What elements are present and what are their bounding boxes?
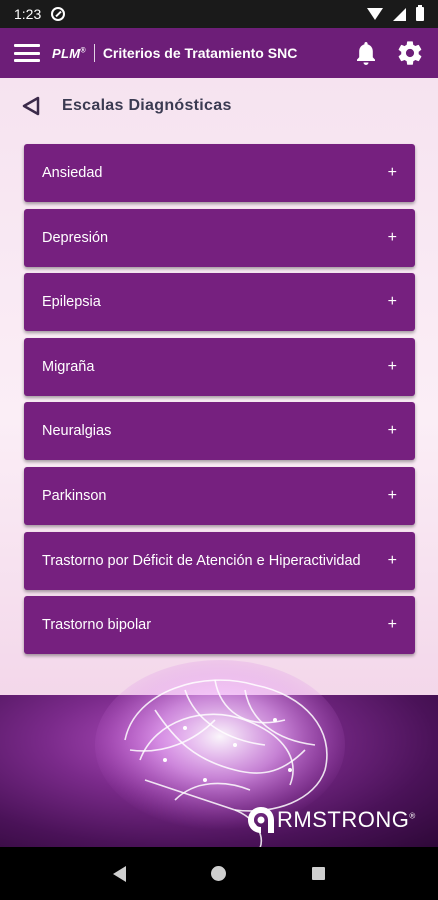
armstrong-logo-mark	[248, 807, 274, 833]
list-item-parkinson[interactable]: Parkinson +	[24, 466, 415, 525]
logo-text: RMSTRONG®	[277, 807, 416, 833]
app-title: Criterios de Tratamiento SNC	[102, 45, 298, 61]
wifi-icon	[367, 8, 383, 20]
list-item-label: Ansiedad	[42, 165, 103, 181]
expand-icon[interactable]: +	[385, 552, 397, 570]
list-item-trastorno-bipolar[interactable]: Trastorno bipolar +	[24, 596, 415, 655]
status-time: 1:23	[14, 6, 42, 22]
no-disturb-icon	[51, 7, 66, 21]
list-item-label: Epilepsia	[42, 294, 101, 311]
brand-registered-mark: ®	[80, 47, 86, 55]
signal-icon	[393, 7, 406, 21]
nav-home-icon[interactable]	[211, 866, 227, 881]
battery-icon	[416, 5, 424, 21]
menu-icon[interactable]	[14, 44, 40, 62]
list-item-epilepsia[interactable]: Epilepsia +	[24, 273, 415, 332]
list-item-neuralgias[interactable]: Neuralgias +	[24, 402, 415, 461]
expand-icon[interactable]: +	[385, 229, 397, 247]
page-title: Escalas Diagnósticas	[62, 97, 232, 114]
list-item-label: Neuralgias	[42, 423, 112, 440]
expand-icon[interactable]: +	[385, 293, 397, 311]
logo-wordmark: RMSTRONG	[277, 807, 410, 832]
list-item-label: Depresión	[42, 229, 109, 246]
diagnostic-scale-list: Ansiedad + Depresión + Epilepsia + Migra…	[24, 144, 415, 661]
list-item-label: Parkinson	[42, 487, 107, 504]
list-item-ansiedad[interactable]: Ansiedad +	[24, 144, 415, 202]
expand-icon[interactable]: +	[385, 616, 397, 634]
nav-recents-icon[interactable]	[312, 867, 326, 880]
bell-icon[interactable]	[354, 40, 378, 66]
list-item-label: Migraña	[42, 358, 95, 375]
list-item-migrana[interactable]: Migraña +	[24, 337, 415, 396]
section-header: Escalas Diagnósticas	[20, 92, 232, 120]
back-triangle-icon[interactable]	[20, 95, 42, 117]
gear-icon[interactable]	[396, 39, 424, 67]
status-indicators	[367, 5, 424, 21]
logo-registered-mark: ®	[409, 811, 416, 821]
list-item-depresion[interactable]: Depresión +	[24, 208, 415, 267]
nav-back-icon[interactable]	[112, 865, 126, 882]
armstrong-logo: RMSTRONG®	[246, 805, 416, 835]
expand-icon[interactable]: +	[385, 487, 397, 505]
list-item-tdah[interactable]: Trastorno por Déficit de Atención e Hipe…	[24, 531, 415, 590]
app-bar: PLM® Criterios de Tratamiento SNC	[0, 28, 438, 78]
list-item-label: Trastorno bipolar	[42, 617, 152, 634]
expand-icon[interactable]: +	[385, 358, 397, 376]
system-nav-bar	[0, 847, 438, 900]
expand-icon[interactable]: +	[385, 164, 397, 182]
list-item-label: Trastorno por Déficit de Atención e Hipe…	[42, 552, 361, 569]
app-actions	[354, 39, 424, 67]
brand-logo: PLM®	[52, 46, 86, 61]
brand-name: PLM	[52, 45, 81, 61]
status-bar: 1:23	[0, 0, 438, 28]
expand-icon[interactable]: +	[385, 422, 397, 440]
brand-divider	[93, 44, 95, 62]
